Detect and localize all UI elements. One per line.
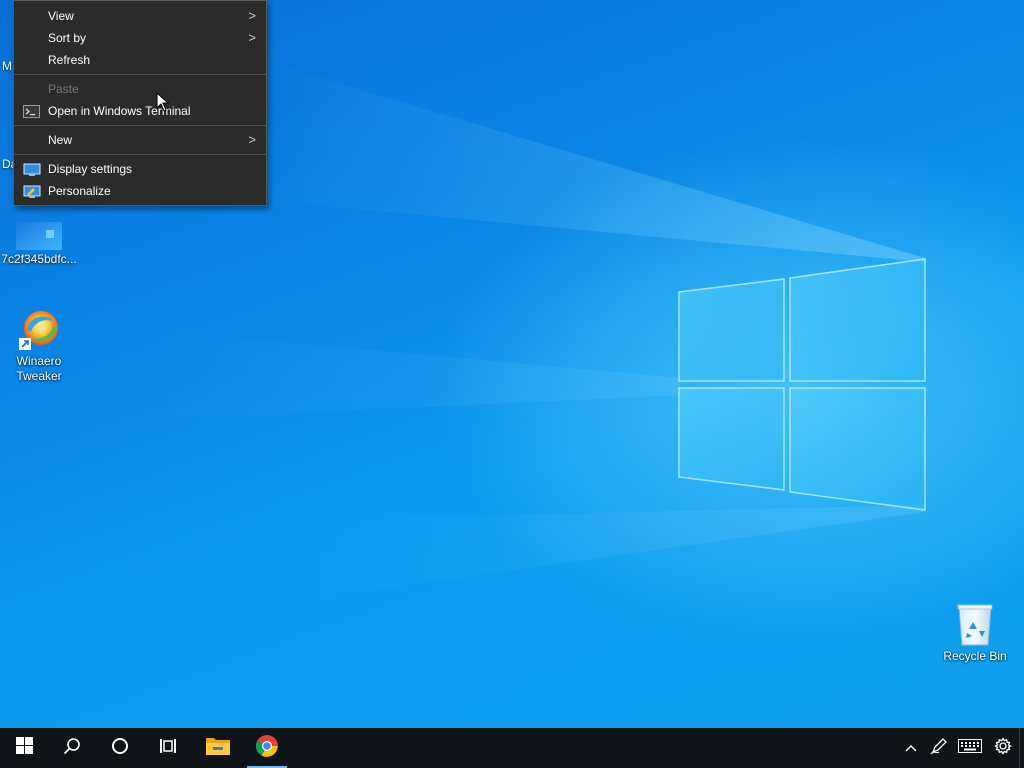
start-icon	[15, 737, 33, 759]
menu-separator	[14, 125, 266, 126]
winaero-tweaker-icon	[17, 308, 61, 352]
chevron-right-icon: >	[248, 8, 256, 23]
desktop-icon-label-partial: M	[2, 59, 12, 73]
file-explorer-button[interactable]	[194, 728, 242, 768]
pen-icon	[930, 737, 948, 760]
chrome-icon	[255, 734, 279, 763]
menu-item-label: Sort by	[48, 31, 87, 45]
cortana-button[interactable]	[96, 728, 144, 768]
image-file-icon	[16, 222, 62, 250]
menu-item-personalize[interactable]: Personalize	[14, 180, 266, 202]
menu-item-sort-by[interactable]: Sort by >	[14, 27, 266, 49]
chevron-up-icon	[905, 739, 917, 757]
personalize-icon	[23, 184, 41, 198]
cortana-icon	[111, 737, 129, 760]
menu-item-label: Personalize	[48, 184, 111, 198]
desktop-icon-label: Recycle Bin	[943, 649, 1007, 663]
chevron-right-icon: >	[248, 30, 256, 45]
mouse-cursor-icon	[156, 92, 170, 112]
show-desktop-button[interactable]	[1019, 728, 1020, 768]
menu-item-refresh[interactable]: Refresh	[14, 49, 266, 71]
keyboard-icon	[958, 738, 982, 758]
menu-separator	[14, 74, 266, 75]
desktop-context-menu: View > Sort by > Refresh Paste Open in W…	[13, 0, 267, 206]
task-view-button[interactable]	[144, 728, 192, 768]
touch-keyboard-button[interactable]	[955, 728, 985, 768]
terminal-icon	[23, 104, 41, 118]
taskbar	[0, 728, 1024, 768]
settings-button[interactable]	[990, 728, 1016, 768]
desktop-icon-label: Winaero Tweaker	[16, 354, 62, 383]
desktop[interactable]: M Da 7c2f345bdfc... Winaero Tweaker Recy…	[0, 0, 1024, 728]
desktop-icon-winaero-tweaker[interactable]: Winaero Tweaker	[1, 308, 77, 384]
task-view-icon	[159, 737, 177, 760]
file-explorer-icon	[205, 735, 231, 762]
desktop-icon-recycle-bin[interactable]: Recycle Bin	[937, 603, 1013, 664]
menu-item-label: Paste	[48, 82, 79, 96]
search-button[interactable]	[48, 728, 96, 768]
menu-item-label: New	[48, 133, 73, 147]
desktop-icon-image-file[interactable]: 7c2f345bdfc...	[1, 222, 77, 267]
show-hidden-icons-button[interactable]	[900, 728, 922, 768]
settings-gear-icon	[994, 736, 1012, 760]
display-icon	[23, 162, 41, 176]
menu-item-label: Refresh	[48, 53, 91, 67]
chevron-right-icon: >	[248, 132, 256, 147]
pen-workspace-button[interactable]	[927, 728, 951, 768]
start-button[interactable]	[0, 728, 48, 768]
menu-item-view[interactable]: View >	[14, 5, 266, 27]
search-icon	[63, 737, 81, 760]
recycle-bin-icon	[955, 603, 995, 647]
chrome-button[interactable]	[243, 728, 291, 768]
menu-item-label: View	[48, 9, 74, 23]
menu-item-label: Display settings	[48, 162, 133, 176]
desktop-icon-label: 7c2f345bdfc...	[1, 252, 77, 266]
menu-item-open-in-windows-terminal[interactable]: Open in Windows Terminal	[14, 100, 266, 122]
menu-item-display-settings[interactable]: Display settings	[14, 158, 266, 180]
menu-item-paste[interactable]: Paste	[14, 78, 266, 100]
menu-item-new[interactable]: New >	[14, 129, 266, 151]
menu-separator	[14, 154, 266, 155]
